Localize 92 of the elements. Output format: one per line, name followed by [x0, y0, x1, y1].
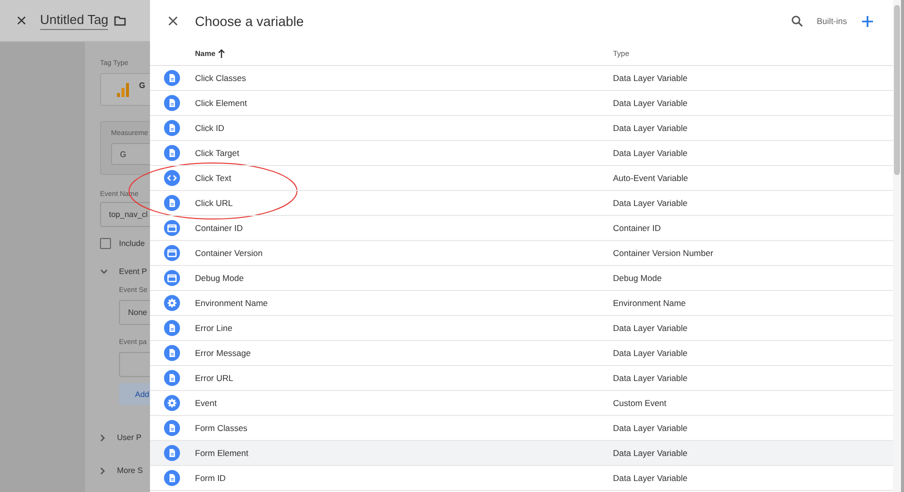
scrollbar[interactable] [893, 0, 901, 492]
document-icon [164, 70, 180, 86]
section-title[interactable]: More S [117, 466, 143, 475]
search-icon[interactable] [790, 15, 803, 27]
variable-type: Debug Mode [613, 273, 662, 283]
variable-type: Data Layer Variable [613, 148, 688, 158]
variable-type: Data Layer Variable [613, 448, 688, 458]
variable-row[interactable]: Click Element Data Layer Variable [150, 91, 893, 116]
measurement-field[interactable]: G [111, 143, 150, 165]
variable-name: Container Version [195, 248, 264, 258]
variable-name: Click Classes [195, 73, 248, 83]
document-icon [164, 420, 180, 436]
tag-type-selector[interactable]: G [100, 73, 150, 106]
variable-name: Error URL [195, 373, 234, 383]
sort-arrow-icon [218, 49, 226, 58]
code-icon [164, 170, 180, 186]
variable-type: Custom Event [613, 398, 666, 408]
variable-row[interactable]: Form ID Data Layer Variable [150, 466, 893, 491]
variable-row[interactable]: Form Element Data Layer Variable [150, 441, 893, 466]
variable-type: Data Layer Variable [613, 348, 688, 358]
document-icon [164, 145, 180, 161]
variable-name: Error Line [195, 323, 234, 333]
checkbox[interactable] [100, 238, 111, 249]
variable-type: Container Version Number [613, 248, 714, 258]
variable-type: Container ID [613, 223, 661, 233]
variable-row[interactable]: Environment Name Environment Name [150, 291, 893, 316]
close-icon[interactable] [168, 16, 178, 26]
window-icon [164, 270, 180, 286]
close-icon[interactable] [17, 16, 26, 25]
chevron-down-icon[interactable] [100, 268, 108, 274]
variable-name: Click Text [195, 173, 232, 183]
add-icon[interactable] [862, 16, 873, 26]
variable-name: Click ID [195, 123, 226, 133]
bar-chart-icon [117, 82, 129, 96]
checkbox-label: Include [119, 239, 145, 248]
document-icon [164, 470, 180, 486]
variable-row[interactable]: Error Message Data Layer Variable [150, 341, 893, 366]
variable-row[interactable]: Click Classes Data Layer Variable [150, 66, 893, 91]
document-icon [164, 345, 180, 361]
variable-type: Data Layer Variable [613, 323, 688, 333]
gear-icon [164, 395, 180, 411]
chevron-right-icon[interactable] [100, 466, 106, 474]
window-icon [164, 220, 180, 236]
built-ins-button[interactable]: Built-ins [814, 14, 849, 28]
variable-type: Data Layer Variable [613, 373, 688, 383]
variable-type: Data Layer Variable [613, 73, 688, 83]
variable-name: Error Message [195, 348, 252, 358]
variable-row[interactable]: Error Line Data Layer Variable [150, 316, 893, 341]
variable-name: Debug Mode [195, 273, 245, 283]
variable-name: Click Target [195, 148, 240, 158]
event-name-field[interactable]: top_nav_cl [100, 202, 150, 227]
chevron-right-icon[interactable] [100, 434, 106, 442]
variable-type: Data Layer Variable [613, 198, 688, 208]
variable-type: Data Layer Variable [613, 473, 688, 483]
variable-row[interactable]: Error URL Data Layer Variable [150, 366, 893, 391]
document-icon [164, 445, 180, 461]
variable-name: Form Classes [195, 423, 248, 433]
variable-name: Click Element [195, 98, 248, 108]
document-icon [164, 95, 180, 111]
document-icon [164, 320, 180, 336]
variable-type: Auto-Event Variable [613, 173, 688, 183]
variable-row[interactable]: Click Text Auto-Event Variable [150, 166, 893, 191]
variable-name: Form ID [195, 473, 227, 483]
document-icon [164, 370, 180, 386]
variable-name: Form Element [195, 448, 250, 458]
variable-name: Environment Name [195, 298, 269, 308]
event-settings-select[interactable]: None [119, 300, 150, 325]
document-icon [164, 195, 180, 211]
variable-row[interactable]: Event Custom Event [150, 391, 893, 416]
folder-icon[interactable] [114, 16, 126, 26]
variable-row[interactable]: Debug Mode Debug Mode [150, 266, 893, 291]
variable-type: Environment Name [613, 298, 686, 308]
variable-name: Event [195, 398, 218, 408]
variable-row[interactable]: Container Version Container Version Number [150, 241, 893, 266]
document-icon [164, 120, 180, 136]
variable-type: Data Layer Variable [613, 423, 688, 433]
gear-icon [164, 295, 180, 311]
variable-row[interactable]: Container ID Container ID [150, 216, 893, 241]
variable-row[interactable]: Click Target Data Layer Variable [150, 141, 893, 166]
tag-title[interactable]: Untitled Tag [40, 12, 108, 30]
window-icon [164, 245, 180, 261]
variable-row[interactable]: Click URL Data Layer Variable [150, 191, 893, 216]
variable-type: Data Layer Variable [613, 123, 688, 133]
variable-row[interactable]: Click ID Data Layer Variable [150, 116, 893, 141]
section-title[interactable]: User P [117, 433, 142, 442]
variable-type: Data Layer Variable [613, 98, 688, 108]
add-button[interactable]: Add [119, 383, 150, 405]
panel-title: Choose a variable [195, 14, 304, 28]
variable-name: Click URL [195, 198, 234, 208]
variable-name: Container ID [195, 223, 244, 233]
section-title[interactable]: Event P [119, 267, 148, 276]
scrollbar-thumb[interactable] [894, 5, 900, 175]
